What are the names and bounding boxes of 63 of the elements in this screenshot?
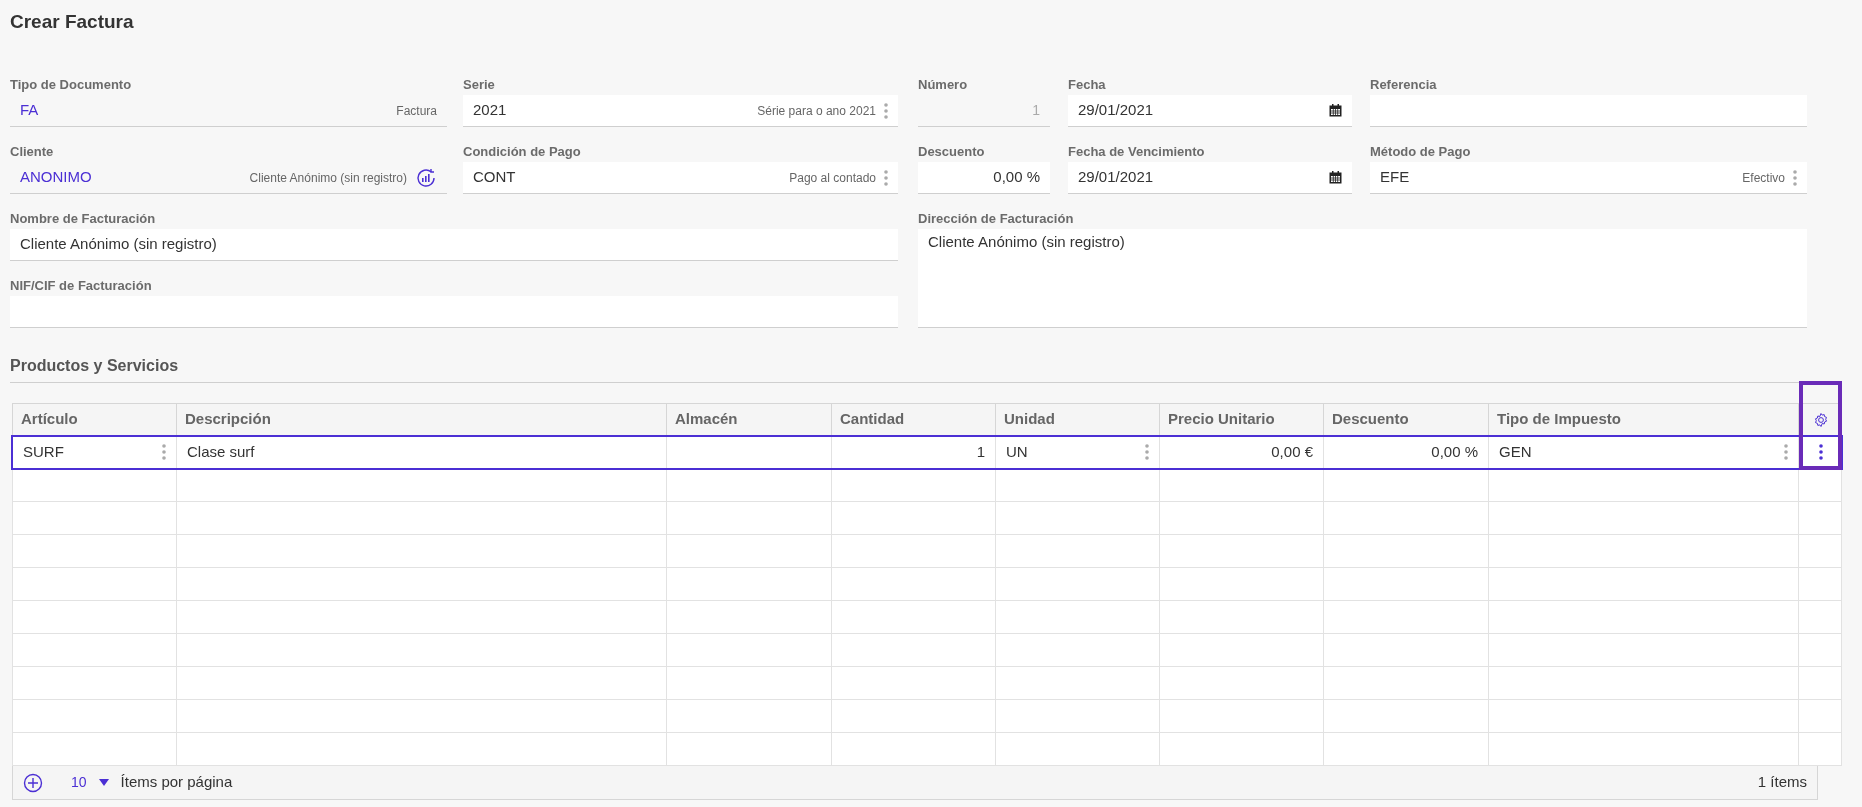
field-description: Cliente Anónimo (sin registro)	[249, 169, 407, 187]
field-description: Série para o ano 2021	[757, 102, 876, 120]
input-field[interactable]: 0,00 %	[918, 162, 1050, 194]
table-cell[interactable]: 0,00 €	[1160, 436, 1324, 468]
page-size-dropdown[interactable]: 10	[71, 772, 109, 793]
field-label: Tipo de Documento	[10, 76, 133, 93]
field-value: CONT	[473, 167, 517, 188]
more-icon[interactable]	[1793, 168, 1797, 187]
more-icon[interactable]	[884, 101, 888, 120]
more-icon[interactable]	[1145, 443, 1149, 461]
add-icon[interactable]	[23, 772, 43, 793]
page-title: Crear Factura	[10, 10, 135, 34]
settings-icon[interactable]	[1812, 411, 1829, 428]
field-description: Pago al contado	[789, 169, 876, 187]
lookup-field[interactable]: ANONIMO Cliente Anónimo (sin registro)	[10, 162, 447, 194]
select-field[interactable]: CONT Pago al contado	[463, 162, 898, 194]
field-label: Fecha de Vencimiento	[1068, 143, 1206, 160]
more-icon[interactable]	[162, 443, 166, 461]
table-cell[interactable]: SURF	[13, 436, 177, 468]
field-label: Nombre de Facturación	[10, 210, 157, 227]
readonly-field: 1	[918, 95, 1050, 127]
select-field[interactable]: 2021 Série para o ano 2021	[463, 95, 898, 127]
table-cell[interactable]: 0,00 %	[1324, 436, 1489, 468]
table-cell[interactable]: GEN	[1489, 436, 1799, 468]
item-count: 1 ítems	[1757, 772, 1807, 793]
field-label: Referencia	[1370, 76, 1438, 93]
field-value: 29/01/2021	[1078, 100, 1155, 121]
calendar-icon[interactable]	[1329, 171, 1342, 184]
field-value: FA	[20, 100, 40, 121]
field-label: Número	[918, 76, 969, 93]
field-description: Factura	[396, 102, 437, 120]
more-icon[interactable]	[884, 168, 888, 187]
field-label: Serie	[463, 76, 496, 93]
table-cell[interactable]: 1	[832, 436, 996, 468]
refresh-chart-icon[interactable]	[415, 166, 437, 189]
table-cell[interactable]: UN	[996, 436, 1160, 468]
field-label: Fecha	[1068, 76, 1107, 93]
calendar-icon[interactable]	[1329, 104, 1342, 117]
row-menu-icon[interactable]	[1818, 443, 1823, 461]
input-field[interactable]	[1370, 95, 1807, 127]
field-value: 29/01/2021	[1078, 167, 1155, 188]
text-area[interactable]: Cliente Anónimo (sin registro)	[918, 229, 1807, 328]
field-value: 2021	[473, 100, 508, 121]
table-cell[interactable]: Clase surf	[177, 436, 667, 468]
field-label: Descuento	[918, 143, 986, 160]
field-label: Dirección de Facturación	[918, 210, 1075, 227]
field-label: Cliente	[10, 143, 55, 160]
caret-icon	[98, 779, 109, 786]
input-field[interactable]	[10, 296, 898, 328]
date-field[interactable]: 29/01/2021	[1068, 95, 1352, 127]
field-label: Condición de Pago	[463, 143, 582, 160]
per-page-label: Ítems por página	[120, 772, 234, 793]
field-value: EFE	[1380, 167, 1411, 188]
more-icon[interactable]	[1784, 443, 1788, 461]
field-label: NIF/CIF de Facturación	[10, 277, 153, 294]
lookup-field[interactable]: FA Factura	[10, 95, 447, 127]
input-field[interactable]: Cliente Anónimo (sin registro)	[10, 229, 898, 261]
field-value: ANONIMO	[20, 167, 93, 188]
section-title: Productos y Servicios	[10, 356, 180, 376]
select-field[interactable]: EFE Efectivo	[1370, 162, 1807, 194]
field-label: Método de Pago	[1370, 143, 1472, 160]
field-description: Efectivo	[1742, 169, 1785, 187]
date-field[interactable]: 29/01/2021	[1068, 162, 1352, 194]
